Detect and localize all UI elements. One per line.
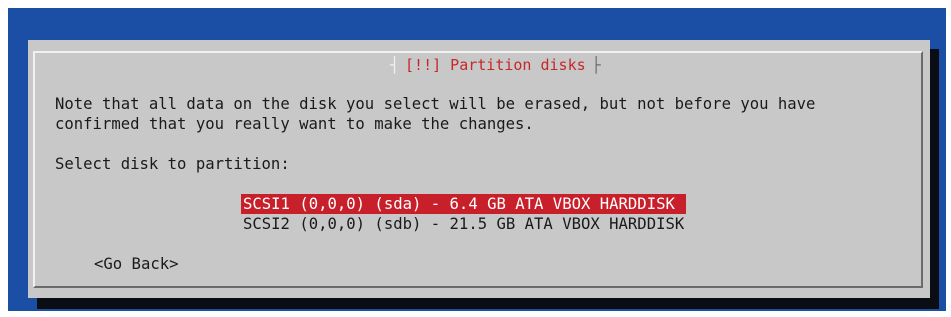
dialog-title-bar: ┤ [!!] Partition disks ├: [381, 55, 610, 75]
erase-warning-line-2: confirmed that you really want to make t…: [55, 115, 534, 133]
title-bracket-right: ├: [591, 56, 601, 74]
dialog-frame: ┤ [!!] Partition disks ├ Note that all dat…: [33, 51, 923, 288]
disk-option-sdb[interactable]: SCSI2 (0,0,0) (sdb) - 21.5 GB ATA VBOX H…: [241, 214, 686, 234]
title-bracket-left: ┤: [390, 56, 400, 74]
select-disk-prompt: Select disk to partition:: [55, 155, 290, 173]
partition-dialog: ┤ [!!] Partition disks ├ Note that all dat…: [28, 40, 930, 298]
disk-option-sda[interactable]: SCSI1 (0,0,0) (sda) - 6.4 GB ATA VBOX HA…: [241, 194, 687, 214]
go-back-button[interactable]: <Go Back>: [94, 254, 179, 274]
dialog-title: [!!] Partition disks: [405, 56, 586, 74]
erase-warning-line-1: Note that all data on the disk you selec…: [55, 95, 816, 113]
installer-screen: ┤ [!!] Partition disks ├ Note that all dat…: [8, 8, 946, 311]
disk-list: SCSI1 (0,0,0) (sda) - 6.4 GB ATA VBOX HA…: [241, 194, 687, 234]
